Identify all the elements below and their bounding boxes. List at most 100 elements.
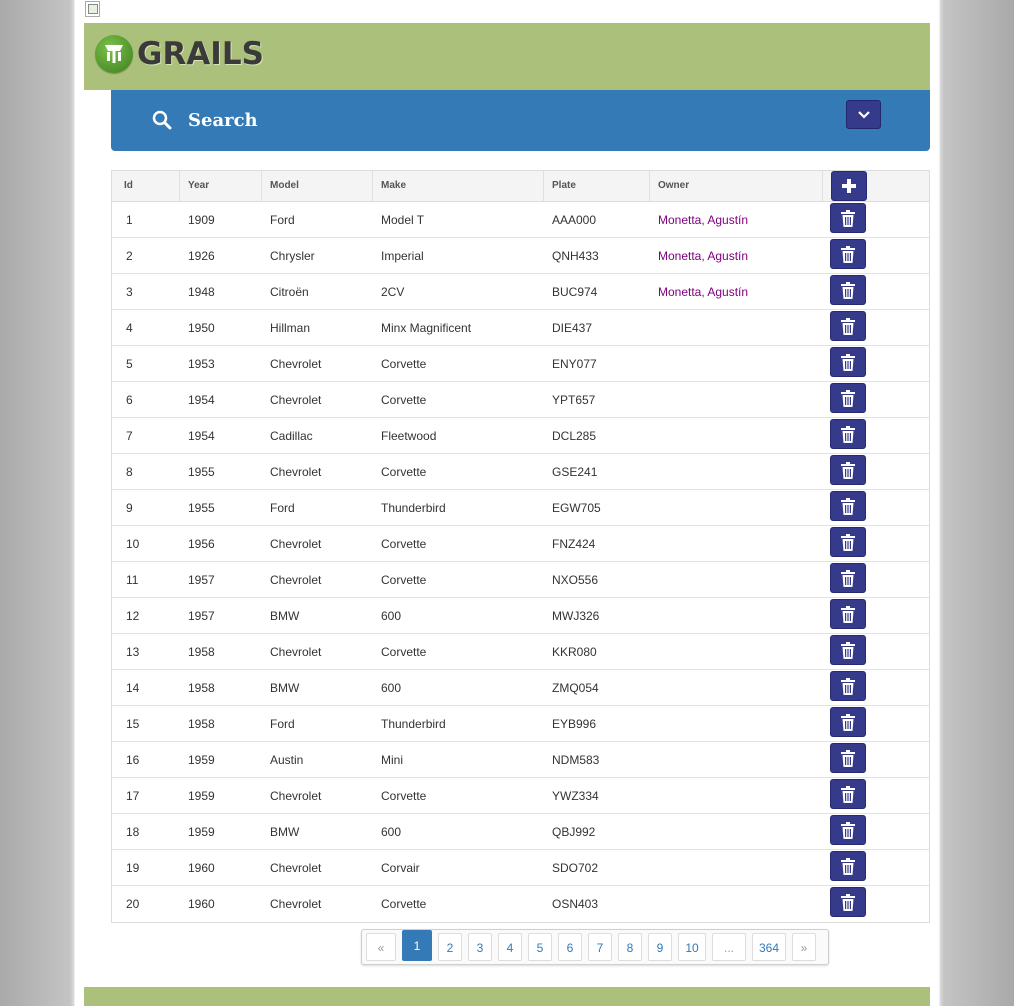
table-row[interactable]: 16 1959 Austin Mini NDM583 xyxy=(112,742,929,778)
trash-icon xyxy=(841,281,855,299)
previous-page-button[interactable]: « xyxy=(366,933,396,961)
delete-button[interactable] xyxy=(830,599,866,629)
table-row[interactable]: 20 1960 Chevrolet Corvette OSN403 xyxy=(112,886,929,922)
search-title[interactable]: Search xyxy=(188,110,258,131)
cell-plate: QNH433 xyxy=(552,249,599,263)
delete-button[interactable] xyxy=(830,419,866,449)
cell-id: 18 xyxy=(126,825,140,839)
add-car-button[interactable] xyxy=(831,171,867,201)
delete-button[interactable] xyxy=(830,527,866,557)
owner-link[interactable]: Monetta, Agustín xyxy=(658,249,748,263)
page-9[interactable]: 9 xyxy=(648,933,672,961)
cell-year: 1957 xyxy=(188,609,215,623)
page-3[interactable]: 3 xyxy=(468,933,492,961)
delete-button[interactable] xyxy=(830,815,866,845)
cell-make: Corvette xyxy=(381,465,427,479)
table-row[interactable]: 11 1957 Chevrolet Corvette NXO556 xyxy=(112,562,929,598)
cell-owner xyxy=(650,742,823,778)
delete-button[interactable] xyxy=(830,491,866,521)
delete-button[interactable] xyxy=(830,743,866,773)
trash-icon xyxy=(841,497,855,515)
column-header-make[interactable]: Make xyxy=(373,171,544,201)
trash-icon xyxy=(841,785,855,803)
cell-plate: FNZ424 xyxy=(552,537,596,551)
cell-model: BMW xyxy=(270,681,300,695)
cell-id: 12 xyxy=(126,609,140,623)
grails-logo[interactable]: GRAILS xyxy=(95,34,264,74)
table-row[interactable]: 3 1948 Citroën 2CV BUC974 Monetta, Agustín xyxy=(112,274,929,310)
delete-button[interactable] xyxy=(830,887,866,917)
cell-owner xyxy=(650,598,823,634)
column-header-model[interactable]: Model xyxy=(262,171,373,201)
cell-model: Ford xyxy=(270,717,295,731)
delete-button[interactable] xyxy=(830,707,866,737)
table-row[interactable]: 10 1956 Chevrolet Corvette FNZ424 xyxy=(112,526,929,562)
delete-button[interactable] xyxy=(830,671,866,701)
table-row[interactable]: 6 1954 Chevrolet Corvette YPT657 xyxy=(112,382,929,418)
page-6[interactable]: 6 xyxy=(558,933,582,961)
table-row[interactable]: 15 1958 Ford Thunderbird EYB996 xyxy=(112,706,929,742)
table-row[interactable]: 17 1959 Chevrolet Corvette YWZ334 xyxy=(112,778,929,814)
page-364[interactable]: 364 xyxy=(752,933,786,961)
delete-button[interactable] xyxy=(830,203,866,233)
table-row[interactable]: 14 1958 BMW 600 ZMQ054 xyxy=(112,670,929,706)
table-row[interactable]: 13 1958 Chevrolet Corvette KKR080 xyxy=(112,634,929,670)
cell-owner xyxy=(650,814,823,850)
cell-model: Ford xyxy=(270,501,295,515)
page-8[interactable]: 8 xyxy=(618,933,642,961)
table-row[interactable]: 7 1954 Cadillac Fleetwood DCL285 xyxy=(112,418,929,454)
column-header-owner[interactable]: Owner xyxy=(650,171,823,201)
page-1[interactable]: 1 xyxy=(402,930,432,961)
delete-button[interactable] xyxy=(830,383,866,413)
cars-table: Id Year Model Make Plate Owner 1 1909 Ford… xyxy=(111,170,930,923)
table-row[interactable]: 8 1955 Chevrolet Corvette GSE241 xyxy=(112,454,929,490)
trash-icon xyxy=(841,605,855,623)
cell-year: 1954 xyxy=(188,429,215,443)
cell-make: 600 xyxy=(381,825,402,839)
cell-plate: DCL285 xyxy=(552,429,597,443)
delete-button[interactable] xyxy=(830,275,866,305)
next-page-button[interactable]: » xyxy=(792,933,816,961)
cell-plate: GSE241 xyxy=(552,465,598,479)
table-row[interactable]: 1 1909 Ford Model T AAA000 Monetta, Agustín xyxy=(112,202,929,238)
search-toggle-button[interactable] xyxy=(846,100,881,129)
table-row[interactable]: 2 1926 Chrysler Imperial QNH433 Monetta, Agus… xyxy=(112,238,929,274)
table-row[interactable]: 18 1959 BMW 600 QBJ992 xyxy=(112,814,929,850)
delete-button[interactable] xyxy=(830,635,866,665)
column-header-year[interactable]: Year xyxy=(180,171,262,201)
table-row[interactable]: 12 1957 BMW 600 MWJ326 xyxy=(112,598,929,634)
delete-button[interactable] xyxy=(830,563,866,593)
page-2[interactable]: 2 xyxy=(438,933,462,961)
owner-link[interactable]: Monetta, Agustín xyxy=(658,285,748,299)
column-header-plate[interactable]: Plate xyxy=(544,171,650,201)
cell-year: 1960 xyxy=(188,861,215,875)
cell-id: 15 xyxy=(126,717,140,731)
cell-year: 1926 xyxy=(188,249,215,263)
delete-button[interactable] xyxy=(830,239,866,269)
table-row[interactable]: 19 1960 Chevrolet Corvair SDO702 xyxy=(112,850,929,886)
cell-owner xyxy=(650,382,823,418)
delete-button[interactable] xyxy=(830,779,866,809)
page-10[interactable]: 10 xyxy=(678,933,706,961)
cell-plate: MWJ326 xyxy=(552,609,600,623)
app-header: GRAILS xyxy=(84,23,930,90)
cell-model: BMW xyxy=(270,609,300,623)
broken-image-icon xyxy=(85,1,100,17)
cell-model: Cadillac xyxy=(270,429,313,443)
delete-button[interactable] xyxy=(830,455,866,485)
page-5[interactable]: 5 xyxy=(528,933,552,961)
table-row[interactable]: 5 1953 Chevrolet Corvette ENY077 xyxy=(112,346,929,382)
delete-button[interactable] xyxy=(830,851,866,881)
page-4[interactable]: 4 xyxy=(498,933,522,961)
cell-owner xyxy=(650,490,823,526)
cell-year: 1955 xyxy=(188,501,215,515)
page-7[interactable]: 7 xyxy=(588,933,612,961)
delete-button[interactable] xyxy=(830,311,866,341)
column-header-id[interactable]: Id xyxy=(112,171,180,201)
cell-year: 1958 xyxy=(188,645,215,659)
table-row[interactable]: 4 1950 Hillman Minx Magnificent DIE437 xyxy=(112,310,929,346)
owner-link[interactable]: Monetta, Agustín xyxy=(658,213,748,227)
delete-button[interactable] xyxy=(830,347,866,377)
table-row[interactable]: 9 1955 Ford Thunderbird EGW705 xyxy=(112,490,929,526)
cell-owner xyxy=(650,670,823,706)
